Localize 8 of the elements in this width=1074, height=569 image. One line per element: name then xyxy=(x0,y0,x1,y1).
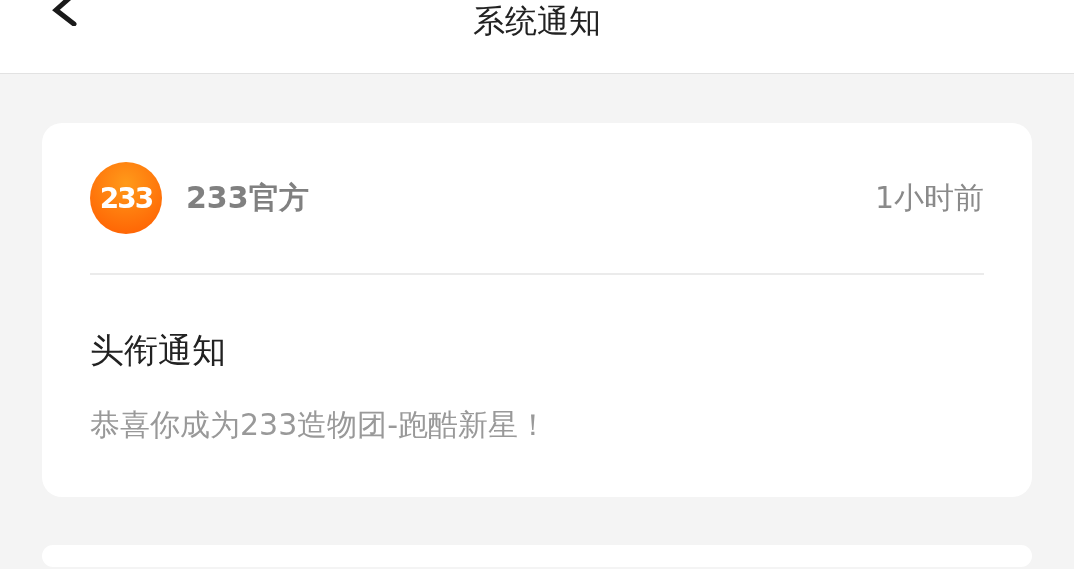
avatar-logo: 233 xyxy=(90,162,162,234)
back-icon[interactable] xyxy=(50,0,80,26)
timestamp: 1小时前 xyxy=(874,178,984,217)
sender-name: 233官方 xyxy=(186,178,310,217)
notification-title: 头衔通知 xyxy=(90,329,227,372)
page-title: 系统通知 xyxy=(473,2,601,40)
notification-card[interactable]: 233 233官方 1小时前 头衔通知 恭喜你成为233造物团-跑酷新星！ xyxy=(42,123,1032,497)
notification-body: 恭喜你成为233造物团-跑酷新星！ xyxy=(90,406,550,444)
